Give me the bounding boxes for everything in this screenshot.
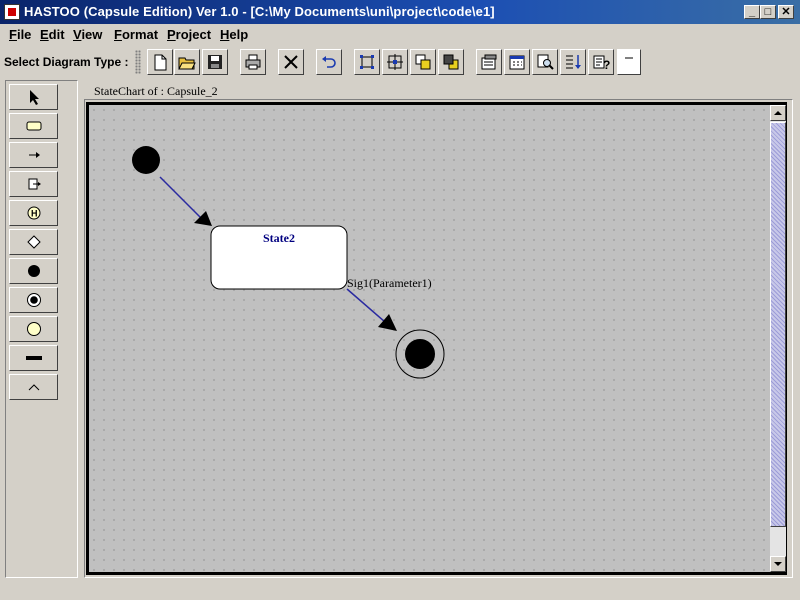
open-folder-icon	[178, 57, 196, 70]
signal-transition[interactable]	[346, 288, 386, 323]
align-button[interactable]	[354, 49, 380, 75]
minus-button[interactable]	[617, 49, 641, 75]
final-state-tool-button[interactable]	[9, 287, 58, 313]
initial-transition[interactable]	[159, 176, 202, 219]
new-file-button[interactable]	[147, 49, 173, 75]
state-name: State2	[263, 231, 295, 245]
delete-button[interactable]	[278, 49, 304, 75]
maximize-button[interactable]: □	[760, 5, 776, 19]
help-button[interactable]: ?	[588, 49, 614, 75]
transition-tool-button[interactable]	[9, 142, 58, 168]
menu-project[interactable]: Project	[167, 27, 211, 42]
arrange-button[interactable]	[382, 49, 408, 75]
menu-help[interactable]: Help	[220, 27, 248, 42]
statechart-diagram	[132, 146, 445, 379]
signal-transition-arrowhead	[378, 314, 397, 331]
minimize-button[interactable]: _	[744, 5, 760, 19]
toolbar-grip[interactable]	[135, 50, 141, 74]
properties-button[interactable]	[476, 49, 502, 75]
vertical-scrollbar[interactable]	[770, 105, 786, 572]
bring-front-button[interactable]	[410, 49, 436, 75]
menu-file[interactable]: File	[9, 27, 31, 42]
sort-button[interactable]	[560, 49, 586, 75]
scroll-up-button[interactable]	[770, 105, 786, 121]
statechart-canvas[interactable]: State2 Sig1(Parameter1)	[86, 102, 787, 575]
scroll-thumb[interactable]	[770, 122, 786, 527]
send-back-button[interactable]	[438, 49, 464, 75]
undo-button[interactable]	[316, 49, 342, 75]
signal-tool-button[interactable]	[9, 171, 58, 197]
bring-front-icon	[415, 54, 431, 70]
fork-bar-tool-button[interactable]	[9, 345, 58, 371]
transition-tool-icon	[29, 152, 40, 158]
toolbar: Select Diagram Type : ?	[0, 46, 800, 78]
menu-bar: File Edit View Format Project Help	[0, 24, 800, 46]
title-bar[interactable]: HASTOO (Capsule Edition) Ver 1.0 - [C:\M…	[0, 0, 800, 24]
final-state-dot	[405, 339, 435, 369]
arrow-down-icon	[774, 562, 782, 566]
find-icon	[537, 54, 554, 70]
signal-tool-icon	[28, 178, 41, 190]
initial-state-tool-icon	[28, 265, 40, 277]
properties-icon	[481, 54, 497, 70]
undo-icon	[322, 56, 336, 68]
align-icon	[360, 55, 374, 69]
menu-view[interactable]: View	[73, 27, 102, 42]
scroll-down-button[interactable]	[770, 556, 786, 572]
history-tool-icon: H	[27, 206, 41, 220]
choice-tool-button[interactable]	[9, 229, 58, 255]
choice-tool-icon	[27, 235, 41, 249]
save-icon	[208, 55, 222, 69]
transition-label: Sig1(Parameter1)	[347, 276, 432, 290]
sort-icon	[566, 55, 581, 69]
new-file-icon	[154, 54, 167, 71]
svg-text:?: ?	[603, 58, 610, 71]
fork-bar-tool-icon	[26, 356, 42, 360]
junction-tool-icon	[28, 384, 40, 391]
print-icon	[245, 54, 261, 70]
status-bar	[0, 580, 800, 600]
help-icon: ?	[593, 55, 610, 71]
state-tool-icon	[26, 121, 42, 131]
final-state-tool-icon	[27, 293, 41, 307]
print-button[interactable]	[240, 49, 266, 75]
diagram-type-label: Select Diagram Type :	[4, 55, 129, 69]
send-back-icon	[443, 54, 459, 70]
calendar-button[interactable]	[504, 49, 530, 75]
menu-edit[interactable]: Edit	[40, 27, 65, 42]
menu-format[interactable]: Format	[114, 27, 158, 42]
find-button[interactable]	[532, 49, 558, 75]
calendar-icon	[509, 55, 525, 70]
arrange-icon	[387, 54, 403, 70]
arrow-up-icon	[774, 111, 782, 115]
note-tool-icon	[27, 322, 41, 336]
canvas-title: StateChart of : Capsule_2	[94, 84, 218, 98]
select-tool-button[interactable]	[9, 84, 58, 110]
initial-state[interactable]	[132, 146, 160, 174]
svg-text:H: H	[31, 209, 38, 219]
initial-state-tool-button[interactable]	[9, 258, 58, 284]
state-tool-button[interactable]	[9, 113, 58, 139]
window-title: HASTOO (Capsule Edition) Ver 1.0 - [C:\M…	[24, 4, 495, 19]
junction-tool-button[interactable]	[9, 374, 58, 400]
app-icon[interactable]	[4, 4, 20, 20]
close-button[interactable]: ✕	[778, 5, 794, 19]
tool-palette: H	[5, 80, 78, 578]
select-arrow-icon	[30, 90, 39, 105]
note-tool-button[interactable]	[9, 316, 58, 342]
history-tool-button[interactable]: H	[9, 200, 58, 226]
save-button[interactable]	[202, 49, 228, 75]
minus-icon	[625, 57, 633, 59]
open-button[interactable]	[174, 49, 200, 75]
delete-icon	[284, 55, 298, 69]
